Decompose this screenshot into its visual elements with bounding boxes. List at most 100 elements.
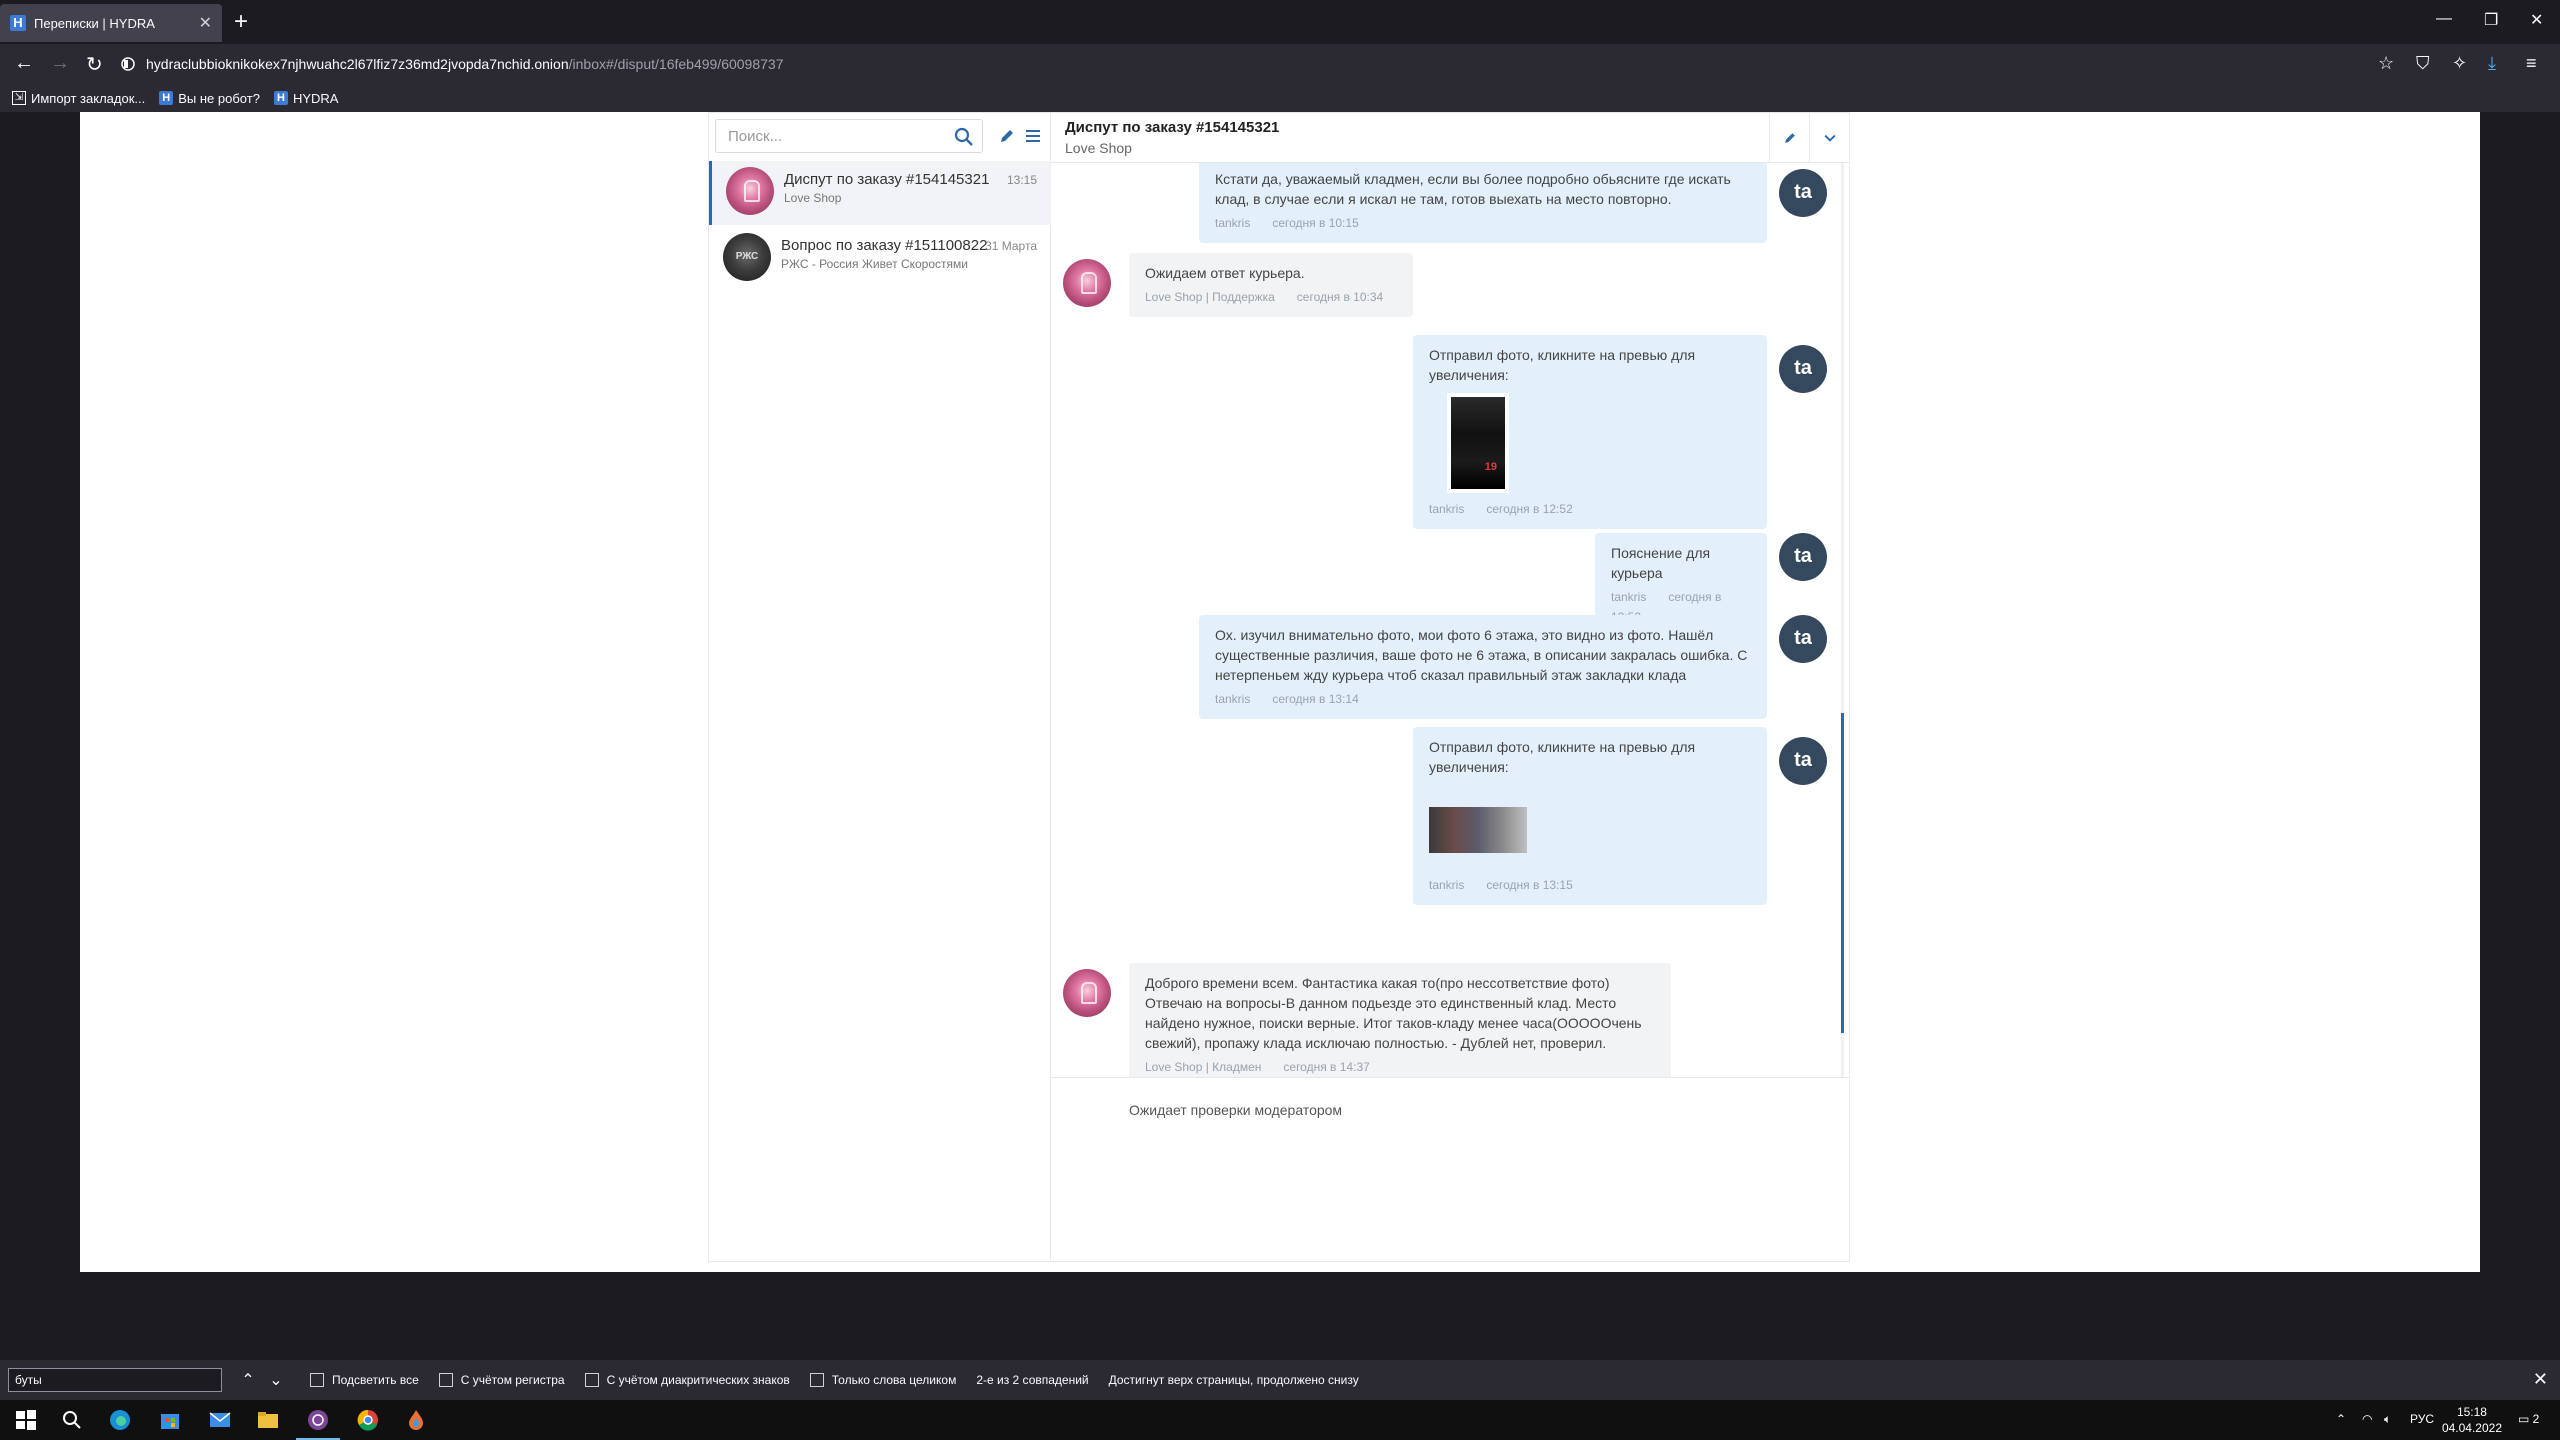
bookmark-star-icon[interactable]: ☆ bbox=[2378, 53, 2394, 74]
chat-footer: Ожидает проверки модератором bbox=[1051, 1077, 1849, 1263]
page-viewport: Диспут по заказу #154145321 Love Shop 13… bbox=[80, 112, 2480, 1272]
notifications-icon[interactable]: ▭ 2 bbox=[2518, 1412, 2539, 1426]
tray-overflow-icon[interactable]: ⌃ bbox=[2336, 1412, 2346, 1426]
hydra-favicon-icon: H bbox=[273, 91, 288, 105]
whole-words-checkbox[interactable]: Только слова целиком bbox=[809, 1373, 956, 1387]
edge-browser-icon[interactable] bbox=[108, 1408, 132, 1432]
hydra-favicon-icon: H bbox=[159, 91, 174, 105]
checkbox-label: С учётом регистра bbox=[460, 1373, 565, 1387]
minimize-icon[interactable]: — bbox=[2436, 10, 2452, 28]
conversation-sidebar: Диспут по заказу #154145321 Love Shop 13… bbox=[709, 113, 1051, 1261]
flame-app-icon[interactable] bbox=[404, 1408, 428, 1432]
message-time: сегодня в 14:37 bbox=[1283, 1060, 1370, 1074]
chrome-icon[interactable] bbox=[356, 1408, 380, 1432]
message-time: сегодня в 13:15 bbox=[1486, 878, 1573, 892]
scrollbar-thumb[interactable] bbox=[1841, 713, 1844, 1033]
taskbar: ⌃ ◠ 🔈︎ РУС 15:18 04.04.2022 ▭ 2 bbox=[0, 1400, 2560, 1440]
new-tab-button[interactable]: + bbox=[234, 9, 248, 35]
windows-start-icon[interactable] bbox=[14, 1408, 38, 1432]
message-text: Пояснение для курьера bbox=[1611, 545, 1711, 581]
message-text: Отправил фото, кликните на превью для ув… bbox=[1429, 739, 1696, 775]
highlight-all-checkbox[interactable]: Подсветить все bbox=[310, 1373, 419, 1387]
edit-button[interactable] bbox=[1769, 113, 1809, 163]
close-find-bar-icon[interactable]: ✕ bbox=[2533, 1369, 2548, 1390]
message-author: tankris bbox=[1215, 692, 1251, 706]
restore-icon[interactable]: ❐ bbox=[2484, 10, 2498, 30]
photo-thumbnail[interactable] bbox=[1429, 807, 1527, 853]
input-language[interactable]: РУС bbox=[2410, 1412, 2434, 1426]
url-bar[interactable]: hydraclubbioknikokex7njhwuahc2l67lfiz7z3… bbox=[120, 49, 2380, 79]
user-avatar: ta bbox=[1779, 737, 1827, 785]
search-icon[interactable] bbox=[954, 127, 974, 147]
clock[interactable]: 15:18 04.04.2022 bbox=[2442, 1404, 2502, 1436]
file-explorer-icon[interactable] bbox=[256, 1408, 280, 1432]
volume-icon[interactable]: 🔈︎ bbox=[2384, 1412, 2391, 1427]
conversation-title: Диспут по заказу #154145321 bbox=[784, 171, 990, 188]
message-author: tankris bbox=[1429, 502, 1465, 516]
find-match-count: 2-е из 2 совпадений bbox=[976, 1373, 1089, 1387]
chat-subtitle: Love Shop bbox=[1065, 140, 1132, 156]
close-window-icon[interactable]: ✕ bbox=[2530, 10, 2543, 30]
match-diacritics-checkbox[interactable]: С учётом диакритических знаков bbox=[584, 1373, 790, 1387]
user-avatar: ta bbox=[1779, 169, 1827, 217]
message-text: Кстати да, уважаемый кладмен, если вы бо… bbox=[1215, 171, 1731, 207]
message-bubble: Ох. изучил внимательно фото, мои фото 6 … bbox=[1199, 615, 1767, 719]
clock-time: 15:18 bbox=[2456, 1405, 2487, 1419]
match-case-checkbox[interactable]: С учётом регистра bbox=[438, 1373, 565, 1387]
message-text: Отправил фото, кликните на превью для ув… bbox=[1429, 347, 1696, 383]
conversation-time: 31 Марта bbox=[985, 239, 1037, 253]
message-text: Ожидаем ответ курьера. bbox=[1145, 265, 1305, 281]
conversation-body: Диспут по заказу #154145321 Love Shop 13… bbox=[784, 167, 1037, 219]
shop-avatar bbox=[1063, 969, 1111, 1017]
message-time: сегодня в 10:34 bbox=[1296, 290, 1384, 304]
close-tab-icon[interactable]: ✕ bbox=[199, 13, 212, 33]
bookmarks-bar: ⇲ Импорт закладок... H Вы не робот? H HY… bbox=[0, 84, 2560, 112]
message-time: сегодня в 13:14 bbox=[1272, 692, 1359, 706]
noscript-icon[interactable]: ✧ bbox=[2452, 53, 2467, 74]
tor-browser-icon[interactable] bbox=[306, 1408, 330, 1432]
store-icon[interactable] bbox=[158, 1408, 182, 1432]
find-previous-icon[interactable]: ⌃ bbox=[234, 1370, 262, 1390]
checkbox-label: Подсветить все bbox=[332, 1373, 419, 1387]
bookmark-robot-check[interactable]: H Вы не робот? bbox=[159, 91, 260, 106]
compose-pencil-icon[interactable] bbox=[997, 126, 1017, 146]
message-bubble: Кстати да, уважаемый кладмен, если вы бо… bbox=[1199, 163, 1767, 243]
forward-icon[interactable]: → bbox=[50, 52, 70, 75]
search-box bbox=[715, 119, 983, 153]
shield-icon[interactable]: ⛉ bbox=[2416, 53, 2430, 74]
find-bar: буты ⌃ ⌄ Подсветить все С учётом регистр… bbox=[0, 1360, 2560, 1400]
conversation-item[interactable]: Диспут по заказу #154145321 Love Shop 13… bbox=[709, 161, 1051, 225]
moderation-status: Ожидает проверки модератором bbox=[1129, 1102, 1343, 1118]
bookmark-hydra[interactable]: H HYDRA bbox=[273, 91, 338, 106]
browser-tab[interactable]: H Переписки | HYDRA ✕ bbox=[0, 4, 222, 42]
list-menu-icon[interactable] bbox=[1023, 126, 1043, 146]
mail-icon[interactable] bbox=[208, 1408, 232, 1432]
search-icon[interactable] bbox=[60, 1408, 84, 1432]
url-path: /inbox#/disput/16feb499/60098737 bbox=[568, 56, 784, 72]
conversation-body: Вопрос по заказу #151100822 РЖС - Россия… bbox=[781, 233, 1037, 285]
url-host: hydraclubbioknikokex7njhwuahc2l67lfiz7z3… bbox=[146, 56, 569, 72]
bookmark-import[interactable]: ⇲ Импорт закладок... bbox=[12, 91, 145, 106]
conversation-subtitle: РЖС - Россия Живет Скоростями bbox=[781, 257, 968, 271]
site-info-icon[interactable] bbox=[120, 56, 136, 72]
checkbox-label: С учётом диакритических знаков bbox=[606, 1373, 790, 1387]
menu-icon[interactable]: ≡ bbox=[2526, 53, 2537, 74]
inbox-app: Диспут по заказу #154145321 Love Shop 13… bbox=[708, 112, 1850, 1262]
checkbox-box bbox=[584, 1373, 599, 1387]
message-text: Ох. изучил внимательно фото, мои фото 6 … bbox=[1215, 627, 1748, 683]
find-next-icon[interactable]: ⌄ bbox=[262, 1370, 290, 1390]
expand-button[interactable] bbox=[1809, 113, 1849, 163]
download-icon[interactable]: ⤓ bbox=[2488, 53, 2496, 74]
reload-icon[interactable]: ↻ bbox=[86, 52, 103, 77]
shop-avatar: РЖС bbox=[723, 233, 771, 281]
network-icon[interactable]: ◠ bbox=[2362, 1412, 2372, 1426]
conversation-subtitle: Love Shop bbox=[784, 191, 842, 205]
back-icon[interactable]: ← bbox=[14, 52, 34, 75]
message-bubble: Отправил фото, кликните на превью для ув… bbox=[1413, 727, 1767, 905]
search-input[interactable] bbox=[728, 127, 928, 145]
conversation-item[interactable]: РЖС Вопрос по заказу #151100822 РЖС - Ро… bbox=[709, 227, 1051, 291]
message-bubble: Доброго времени всем. Фантастика какая т… bbox=[1129, 963, 1671, 1077]
chat-panel: Диспут по заказу #154145321 Love Shop Кс… bbox=[1051, 113, 1849, 1261]
photo-thumbnail[interactable] bbox=[1447, 393, 1509, 493]
find-input[interactable]: буты bbox=[8, 1368, 222, 1392]
